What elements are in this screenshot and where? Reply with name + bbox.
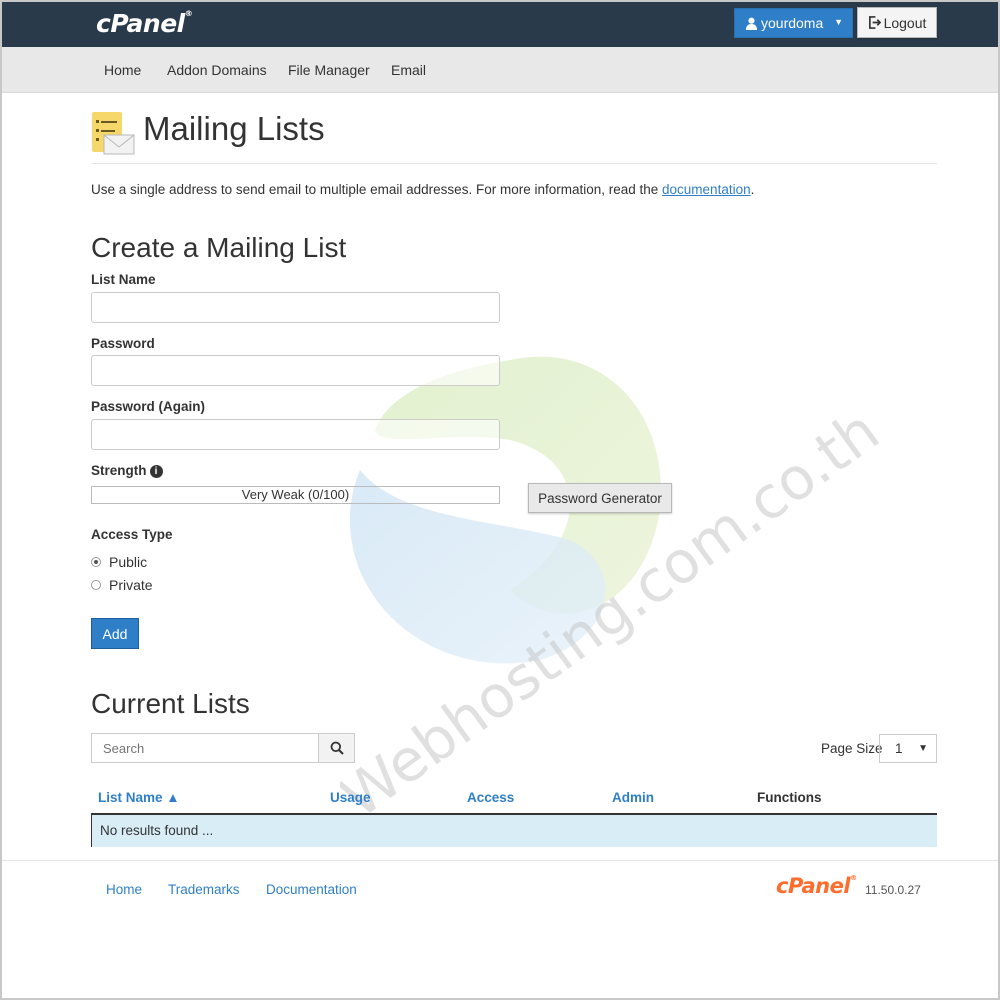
search-field[interactable] [91,733,319,763]
user-menu-button[interactable]: yourdoma ▼ [734,8,853,38]
list-name-input[interactable] [91,292,500,323]
user-icon [745,17,758,30]
footer-link-trademarks[interactable]: Trademarks [168,882,240,897]
search-input[interactable] [92,734,318,762]
add-button[interactable]: Add [91,618,139,649]
footer-divider [0,860,1000,861]
watermark-text: Webhosting.com.co.th [340,396,891,831]
divider [91,163,937,164]
password-input[interactable] [91,355,500,386]
logout-icon [868,16,881,29]
table-row-empty: No results found ... [91,815,937,847]
nav-item-home[interactable]: Home [104,62,141,78]
current-lists-title: Current Lists [91,688,250,719]
radio-private[interactable] [91,580,101,590]
radio-public[interactable] [91,557,101,567]
password-again-input[interactable] [91,419,500,450]
nav-item-email[interactable]: Email [391,62,426,78]
documentation-link[interactable]: documentation [662,182,751,197]
password-generator-button[interactable]: Password Generator [528,483,672,513]
strength-meter: Very Weak (0/100) [91,486,500,504]
column-header-usage[interactable]: Usage [330,790,371,805]
page-size-label: Page Size [821,741,883,756]
nav-item-file-manager[interactable]: File Manager [288,62,370,78]
footer-link-home[interactable]: Home [106,882,142,897]
search-icon [330,741,344,755]
page-description: Use a single address to send email to mu… [91,182,755,197]
column-header-list-name[interactable]: List Name ▲ [98,790,180,805]
page-size-select[interactable]: 1 ▼ [879,734,937,763]
list-name-label: List Name [91,272,156,287]
breadcrumb-nav: Home Addon Domains File Manager Email [0,47,1000,93]
search-button[interactable] [318,733,355,763]
nav-item-addon-domains[interactable]: Addon Domains [167,62,267,78]
access-type-label: Access Type [91,527,173,542]
column-header-functions: Functions [757,790,822,805]
watermark: Webhosting.com.co.th [340,356,891,831]
logout-button[interactable]: Logout [857,7,937,38]
mailing-list-icon [92,112,135,155]
strength-label-row: Strength i [91,463,163,478]
cpanel-logo[interactable]: cPanel® [96,9,193,38]
page-title: Mailing Lists [143,110,325,147]
version-number: 11.50.0.27 [865,883,921,897]
chevron-down-icon: ▼ [918,743,928,754]
column-header-access[interactable]: Access [467,790,514,805]
access-private-option[interactable]: Private [91,577,153,593]
access-public-option[interactable]: Public [91,554,147,570]
top-bar: cPanel® yourdoma ▼ Logout [0,0,1000,47]
chevron-down-icon: ▼ [834,17,843,27]
password-again-label: Password (Again) [91,399,206,414]
footer-link-documentation[interactable]: Documentation [266,882,357,897]
create-section-title: Create a Mailing List [91,232,347,263]
user-menu-label: yourdoma [761,15,824,31]
info-icon[interactable]: i [149,465,163,478]
logout-label: Logout [883,14,927,31]
footer-cpanel-logo: cPanel® [776,874,857,898]
password-label: Password [91,336,155,351]
column-header-admin[interactable]: Admin [612,790,654,805]
